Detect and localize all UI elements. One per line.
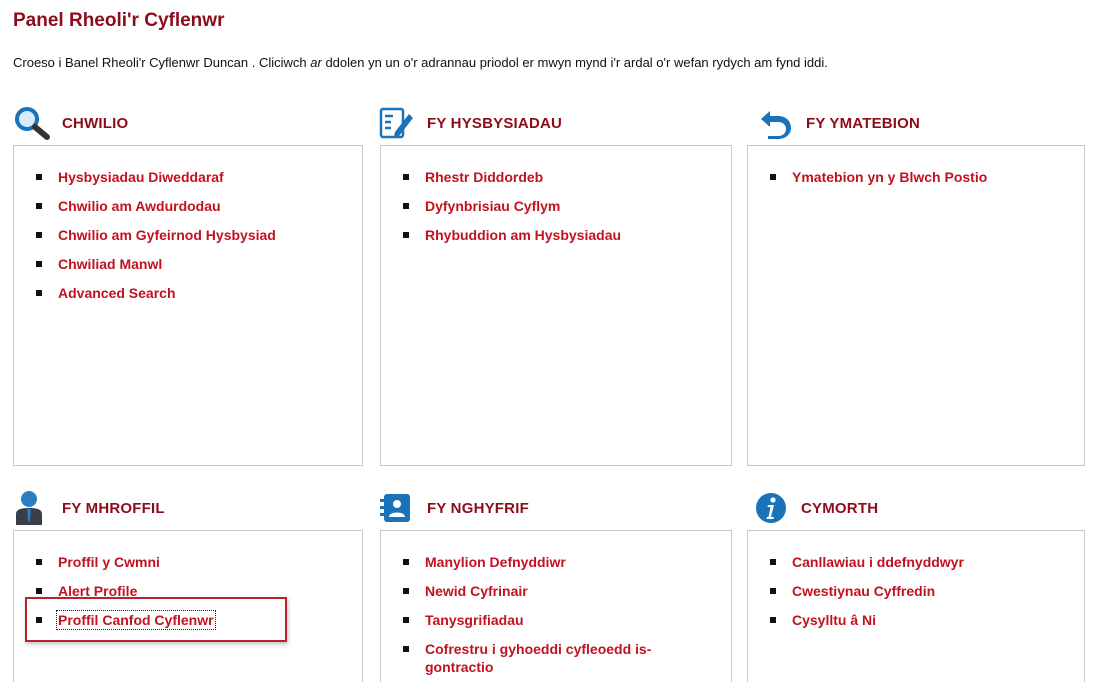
bullet <box>403 559 409 565</box>
link-subscriptions[interactable]: Tanysgrifiadau <box>425 612 524 628</box>
link-search-authorities[interactable]: Chwilio am Awdurdodau <box>58 198 221 214</box>
bullet <box>36 290 42 296</box>
page-title: Panel Rheoli'r Cyflenwr <box>13 10 225 31</box>
bullet <box>36 232 42 238</box>
list-item: Chwilio am Gyfeirnod Hysbysiad <box>36 226 362 244</box>
bullet <box>403 588 409 594</box>
list-item: Rhybuddion am Hysbysiadau <box>403 226 731 244</box>
link-latest-notices[interactable]: Hysbysiadau Diweddaraf <box>58 169 224 185</box>
section-panel-account: Manylion Defnyddiwr Newid Cyfrinair Tany… <box>380 530 732 682</box>
section-panel-help: Canllawiau i ddefnyddwyr Cwestiynau Cyff… <box>747 530 1085 682</box>
list-item: Cwestiynau Cyffredin <box>770 582 1084 600</box>
section-header-responses: FY YMATEBION <box>758 105 920 141</box>
list-item: Canllawiau i ddefnyddwyr <box>770 553 1084 571</box>
section-header-notices: FY HYSBYSIADAU <box>379 105 562 141</box>
contact-card-icon <box>379 490 417 526</box>
intro-text: Croeso i Banel Rheoli'r Cyflenwr Duncan … <box>13 55 828 70</box>
link-notice-alerts[interactable]: Rhybuddion am Hysbysiadau <box>425 227 621 243</box>
section-title-notices: FY HYSBYSIADAU <box>427 114 563 132</box>
section-panel-notices: Rhestr Diddordeb Dyfynbrisiau Cyflym Rhy… <box>380 145 732 466</box>
bullet <box>770 617 776 623</box>
bullet <box>770 588 776 594</box>
link-detailed-search[interactable]: Chwiliad Manwl <box>58 256 162 272</box>
link-quick-quotes[interactable]: Dyfynbrisiau Cyflym <box>425 198 560 214</box>
link-advanced-search[interactable]: Advanced Search <box>58 285 176 301</box>
list-item: Chwilio am Awdurdodau <box>36 197 362 215</box>
link-company-profile[interactable]: Proffil y Cwmni <box>58 554 160 570</box>
highlight-annotation-box <box>25 597 287 642</box>
section-header-help: CYMORTH <box>753 490 878 526</box>
bullet <box>403 617 409 623</box>
bullet <box>36 174 42 180</box>
link-contact-us[interactable]: Cysylltu â Ni <box>792 612 876 628</box>
section-title-account: FY NGHYFRIF <box>427 499 529 517</box>
list-item: Chwiliad Manwl <box>36 255 362 273</box>
list-item: Manylion Defnyddiwr <box>403 553 731 571</box>
link-user-guides[interactable]: Canllawiau i ddefnyddwyr <box>792 554 964 570</box>
section-panel-responses: Ymatebion yn y Blwch Postio <box>747 145 1085 466</box>
search-icon <box>14 105 52 141</box>
supplier-dashboard: Panel Rheoli'r Cyflenwr Croeso i Banel R… <box>0 0 1098 682</box>
intro-text-end: ddolen yn un o'r adrannau priodol er mwy… <box>321 55 828 70</box>
intro-text-emphasis: ar <box>310 55 322 70</box>
bullet <box>403 203 409 209</box>
bullet <box>770 174 776 180</box>
list-item: Ymatebion yn y Blwch Postio <box>770 168 1084 186</box>
link-search-notice-reference[interactable]: Chwilio am Gyfeirnod Hysbysiad <box>58 227 276 243</box>
bullet <box>36 203 42 209</box>
link-user-details[interactable]: Manylion Defnyddiwr <box>425 554 566 570</box>
section-header-profile: FY MHROFFIL <box>14 490 165 526</box>
link-responses-mailbox[interactable]: Ymatebion yn y Blwch Postio <box>792 169 987 185</box>
link-change-password[interactable]: Newid Cyfrinair <box>425 583 528 599</box>
reply-arrow-icon <box>758 105 796 141</box>
section-header-search: CHWILIO <box>14 105 128 141</box>
list-item: Cofrestru i gyhoeddi cyfleoedd is-gontra… <box>403 640 675 676</box>
bullet <box>36 261 42 267</box>
link-register-subcontracting[interactable]: Cofrestru i gyhoeddi cyfleoedd is-gontra… <box>425 641 651 675</box>
link-interest-list[interactable]: Rhestr Diddordeb <box>425 169 543 185</box>
list-item: Dyfynbrisiau Cyflym <box>403 197 731 215</box>
bullet <box>770 559 776 565</box>
list-item: Cysylltu â Ni <box>770 611 1084 629</box>
bullet <box>403 232 409 238</box>
link-faq[interactable]: Cwestiynau Cyffredin <box>792 583 935 599</box>
list-item: Proffil y Cwmni <box>36 553 362 571</box>
section-title-help: CYMORTH <box>801 499 879 517</box>
section-title-responses: FY YMATEBION <box>806 114 921 132</box>
bullet <box>403 174 409 180</box>
list-item: Tanysgrifiadau <box>403 611 731 629</box>
intro-text-start: Croeso i Banel Rheoli'r Cyflenwr Duncan … <box>13 55 311 70</box>
section-title-search: CHWILIO <box>62 114 129 132</box>
bullet <box>36 588 42 594</box>
list-item: Hysbysiadau Diweddaraf <box>36 168 362 186</box>
bullet <box>403 646 409 652</box>
list-item: Advanced Search <box>36 284 362 302</box>
section-header-account: FY NGHYFRIF <box>379 490 529 526</box>
notepad-pencil-icon <box>379 105 417 141</box>
section-panel-search: Hysbysiadau Diweddaraf Chwilio am Awdurd… <box>13 145 363 466</box>
user-icon <box>14 490 52 526</box>
section-title-profile: FY MHROFFIL <box>62 499 165 517</box>
bullet <box>36 559 42 565</box>
list-item: Newid Cyfrinair <box>403 582 731 600</box>
info-icon <box>753 490 791 526</box>
list-item: Rhestr Diddordeb <box>403 168 731 186</box>
